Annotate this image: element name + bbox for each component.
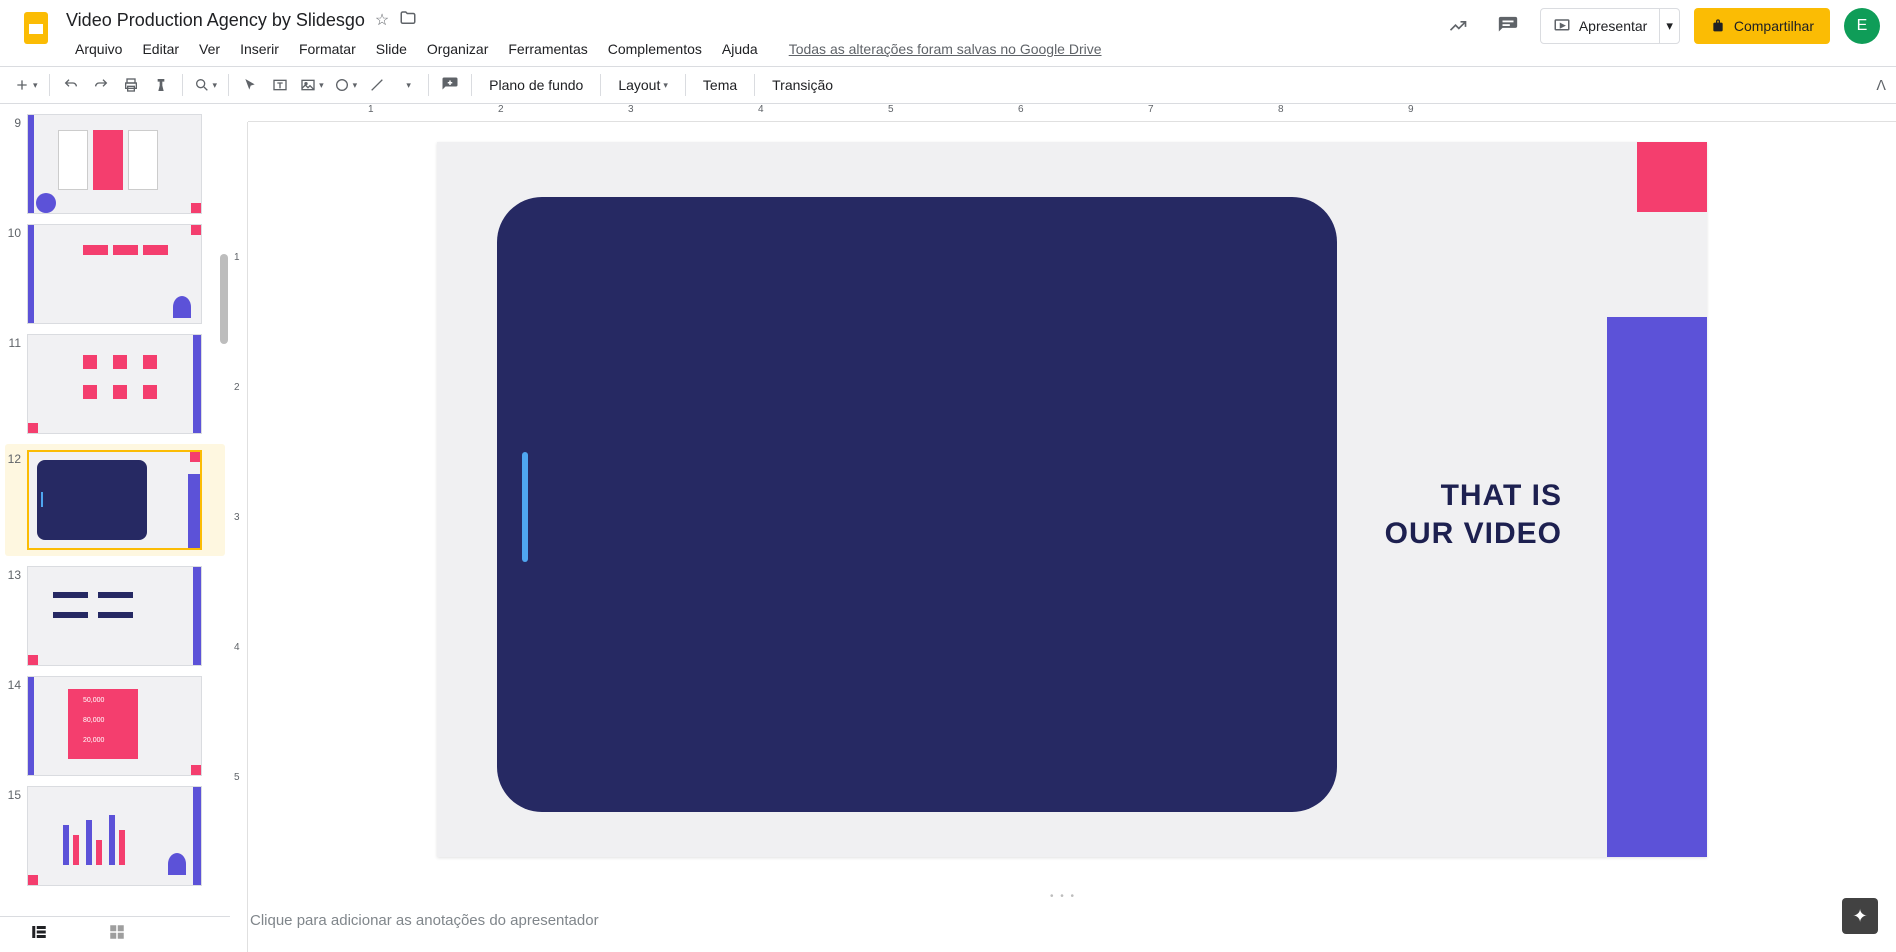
layout-button[interactable]: Layout (608, 71, 678, 99)
slide-thumb-13[interactable] (27, 566, 202, 666)
star-icon[interactable]: ☆ (375, 10, 389, 30)
slide-number: 9 (5, 114, 27, 130)
menu-slide[interactable]: Slide (367, 37, 416, 61)
activity-icon[interactable] (1440, 8, 1476, 44)
present-label: Apresentar (1579, 18, 1647, 34)
menu-editar[interactable]: Editar (133, 37, 188, 61)
slide-thumb-14[interactable]: 50,000 80,000 20,000 (27, 676, 202, 776)
slide-thumb-11[interactable] (27, 334, 202, 434)
present-dropdown[interactable]: ▾ (1659, 9, 1679, 43)
move-folder-icon[interactable] (399, 9, 417, 32)
theme-button[interactable]: Tema (693, 71, 747, 99)
slide-purple-bar[interactable] (1607, 317, 1707, 857)
new-slide-button[interactable] (10, 71, 42, 99)
slide-number: 12 (5, 450, 27, 466)
menu-ajuda[interactable]: Ajuda (713, 37, 767, 61)
slide-title-text[interactable]: THAT IS OUR VIDEO (1385, 477, 1562, 552)
menu-arquivo[interactable]: Arquivo (66, 37, 131, 61)
menu-complementos[interactable]: Complementos (599, 37, 711, 61)
background-button[interactable]: Plano de fundo (479, 71, 593, 99)
slide-number: 14 (5, 676, 27, 692)
horizontal-ruler: 1 2 3 4 5 6 7 8 9 (248, 104, 1896, 122)
comments-icon[interactable] (1490, 8, 1526, 44)
transition-button[interactable]: Transição (762, 71, 843, 99)
slide-canvas[interactable]: THAT IS OUR VIDEO (437, 142, 1707, 857)
paint-format-button[interactable] (147, 71, 175, 99)
slide-video-placeholder[interactable] (497, 197, 1337, 812)
menu-ferramentas[interactable]: Ferramentas (499, 37, 596, 61)
filmstrip-view-icon[interactable] (30, 923, 48, 946)
line-tool[interactable] (363, 71, 391, 99)
doc-title[interactable]: Video Production Agency by Slidesgo (66, 10, 365, 31)
video-cursor-indicator (522, 452, 528, 562)
menu-inserir[interactable]: Inserir (231, 37, 288, 61)
menu-organizar[interactable]: Organizar (418, 37, 497, 61)
image-tool[interactable] (296, 71, 328, 99)
share-label: Compartilhar (1734, 18, 1814, 34)
slide-number: 15 (5, 786, 27, 802)
slides-logo[interactable] (16, 8, 56, 48)
slide-pink-square[interactable] (1637, 142, 1707, 212)
menu-formatar[interactable]: Formatar (290, 37, 365, 61)
slide-thumb-9[interactable] (27, 114, 202, 214)
redo-button[interactable] (87, 71, 115, 99)
slide-thumb-15[interactable] (27, 786, 202, 886)
vertical-ruler: 1 2 3 4 5 (230, 122, 248, 952)
slide-number: 13 (5, 566, 27, 582)
filmstrip-scrollbar[interactable] (220, 254, 228, 344)
slide-thumb-10[interactable] (27, 224, 202, 324)
slide-number: 11 (5, 334, 27, 350)
slide-thumb-12[interactable] (27, 450, 202, 550)
grid-view-icon[interactable] (108, 923, 126, 946)
slide-number: 10 (5, 224, 27, 240)
print-button[interactable] (117, 71, 145, 99)
select-tool[interactable] (236, 71, 264, 99)
undo-button[interactable] (57, 71, 85, 99)
menu-ver[interactable]: Ver (190, 37, 229, 61)
comment-tool[interactable] (436, 71, 464, 99)
textbox-tool[interactable] (266, 71, 294, 99)
zoom-button[interactable] (190, 71, 222, 99)
present-button[interactable]: Apresentar (1541, 17, 1659, 35)
save-status[interactable]: Todas as alterações foram salvas no Goog… (789, 41, 1102, 57)
explore-button[interactable]: ✦ (1842, 898, 1878, 934)
line-dropdown[interactable] (393, 71, 421, 99)
speaker-notes[interactable]: Clique para adicionar as anotações do ap… (230, 900, 1896, 952)
notes-resize-handle[interactable]: • • • (230, 892, 1896, 900)
account-avatar[interactable]: E (1844, 8, 1880, 44)
collapse-toolbar-icon[interactable]: ᐱ (1876, 77, 1886, 94)
shape-tool[interactable] (330, 71, 362, 99)
filmstrip[interactable]: 9 10 11 (0, 104, 230, 952)
share-button[interactable]: Compartilhar (1694, 8, 1830, 44)
